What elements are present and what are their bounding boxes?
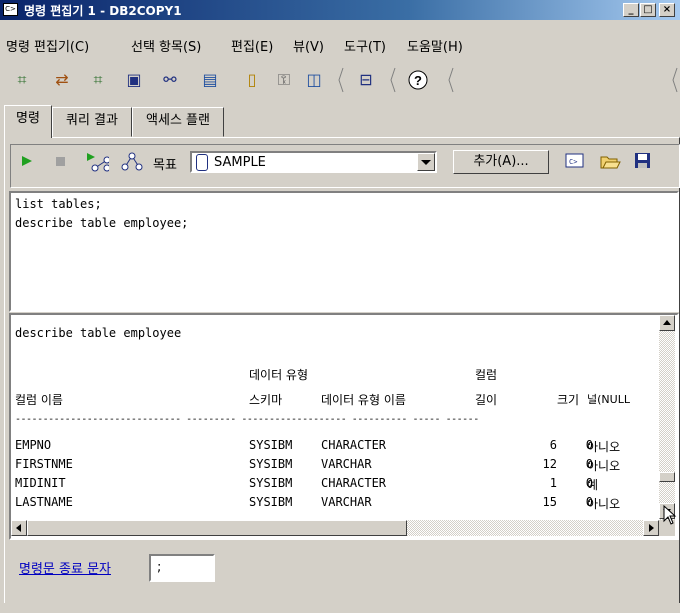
journal-icon[interactable]: ▯ — [242, 70, 262, 90]
replication-center-icon[interactable]: ⇄ — [52, 70, 72, 90]
header-nulls: 널(NULL — [587, 393, 630, 406]
save-icon[interactable] — [633, 152, 653, 170]
row-column-name: EMPNO — [15, 438, 52, 452]
scroll-left-button[interactable] — [11, 520, 27, 536]
close-button[interactable]: × — [659, 3, 675, 17]
row-schema: SYSIBM — [249, 495, 293, 509]
vertical-scroll-thumb[interactable] — [659, 472, 675, 482]
row-schema: SYSIBM — [249, 438, 293, 452]
mouse-cursor-icon — [663, 504, 677, 525]
svg-text:?: ? — [414, 73, 422, 88]
execute-icon[interactable] — [19, 153, 35, 169]
row-nulls: 예 — [587, 478, 599, 492]
header-data-type: 데이터 유형 — [249, 368, 309, 382]
maximize-button[interactable]: □ — [640, 3, 656, 17]
row-length: 15 — [542, 495, 557, 509]
command-editor-icon[interactable]: ▣ — [124, 70, 144, 90]
header-data-type-name: 데이터 유형 이름 — [321, 393, 406, 407]
header-scale: 크기 — [557, 393, 580, 407]
row-nulls: 아니오 — [587, 459, 621, 473]
minimize-button[interactable]: _ — [623, 3, 639, 17]
terminator-input[interactable]: ; — [149, 554, 215, 582]
command-line: list tables; — [15, 197, 102, 211]
menu-tools[interactable]: 도구(T) — [344, 36, 386, 55]
row-nulls: 아니오 — [587, 497, 621, 511]
chevron-down-icon[interactable] — [417, 153, 435, 171]
add-button[interactable]: 추가(A)... — [453, 150, 549, 174]
command-input-area[interactable]: list tables; describe table employee; — [9, 191, 679, 312]
tab-access-plan[interactable]: 액세스 플랜 — [132, 107, 224, 137]
row-column-name: FIRSTNME — [15, 457, 73, 471]
health-center-icon[interactable]: ▤ — [200, 70, 220, 90]
scroll-right-button[interactable] — [643, 520, 659, 536]
menu-selected[interactable]: 선택 항목(S) — [131, 36, 201, 55]
command-editor-icon[interactable]: C> — [565, 152, 585, 170]
scroll-up-button[interactable] — [659, 315, 675, 331]
row-column-name: MIDINIT — [15, 476, 66, 490]
control-center-icon[interactable]: ⌗ — [12, 70, 32, 90]
terminator-link[interactable]: 명령문 종료 문자 — [19, 558, 111, 577]
database-icon — [196, 154, 208, 171]
task-center-icon[interactable]: ⚯ — [160, 70, 180, 90]
title-bar[interactable]: C> 명령 편집기 1 - DB2COPY1 _ □ × — [0, 0, 680, 20]
tools-settings-icon[interactable]: ⊟ — [356, 70, 376, 90]
open-folder-icon[interactable] — [599, 152, 621, 170]
menu-command-editor[interactable]: 명령 편집기(C) — [6, 36, 89, 55]
menu-view[interactable]: 뷰(V) — [293, 36, 324, 55]
window-title: 명령 편집기 1 - DB2COPY1 — [24, 4, 182, 18]
row-type-name: CHARACTER — [321, 476, 387, 490]
header-divider: ------------------------------ ---------… — [15, 414, 479, 425]
console-icon[interactable]: C> — [3, 3, 18, 16]
menu-help[interactable]: 도움말(H) — [407, 36, 463, 55]
stop-icon[interactable] — [53, 153, 69, 169]
row-type-name: CHARACTER — [321, 438, 387, 452]
row-type-name: VARCHAR — [321, 457, 372, 471]
command-line: describe table employee; — [15, 216, 189, 230]
row-length: 1 — [549, 476, 557, 490]
row-schema: SYSIBM — [249, 457, 293, 471]
target-label: 목표 — [153, 158, 177, 173]
satellite-admin-icon[interactable]: ⌗ — [88, 70, 108, 90]
row-nulls: 아니오 — [587, 440, 621, 454]
toolbar-separator — [390, 66, 396, 94]
tab-command[interactable]: 명령 — [4, 105, 52, 138]
target-dropdown[interactable]: SAMPLE — [190, 151, 437, 173]
toolbar-separator — [672, 66, 678, 94]
svg-text:C>: C> — [569, 158, 577, 166]
vertical-scrollbar[interactable] — [659, 315, 675, 520]
row-length: 6 — [549, 438, 557, 452]
horizontal-scroll-thumb[interactable] — [27, 520, 407, 536]
header-schema: 스키마 — [249, 393, 283, 407]
configuration-assistant-icon[interactable]: ◫ — [304, 70, 324, 90]
row-type-name: VARCHAR — [321, 495, 372, 509]
command-tab-panel: 목표 SAMPLE 추가(A)... C> list tables; descr… — [4, 137, 680, 603]
create-access-plan-icon[interactable] — [121, 150, 143, 172]
output-command: describe table employee — [15, 326, 182, 340]
target-value: SAMPLE — [214, 155, 266, 170]
tab-query-results[interactable]: 쿼리 결과 — [52, 107, 132, 137]
header-length: 길이 — [475, 393, 498, 407]
help-icon[interactable]: ? — [408, 70, 428, 90]
license-center-icon[interactable]: ⚿ — [274, 70, 294, 90]
toolbar-separator — [338, 66, 344, 94]
header-column: 컬럼 — [475, 368, 498, 382]
header-column-name: 컬럼 이름 — [15, 393, 63, 407]
command-output-area[interactable]: describe table employee 데이터 유형 컬럼 컬럼 이름 … — [9, 313, 679, 540]
menu-edit[interactable]: 편집(E) — [231, 36, 273, 55]
toolbar-separator — [448, 66, 454, 94]
row-column-name: LASTNAME — [15, 495, 73, 509]
row-length: 12 — [542, 457, 557, 471]
row-schema: SYSIBM — [249, 476, 293, 490]
execute-and-access-plan-icon[interactable] — [85, 150, 111, 172]
